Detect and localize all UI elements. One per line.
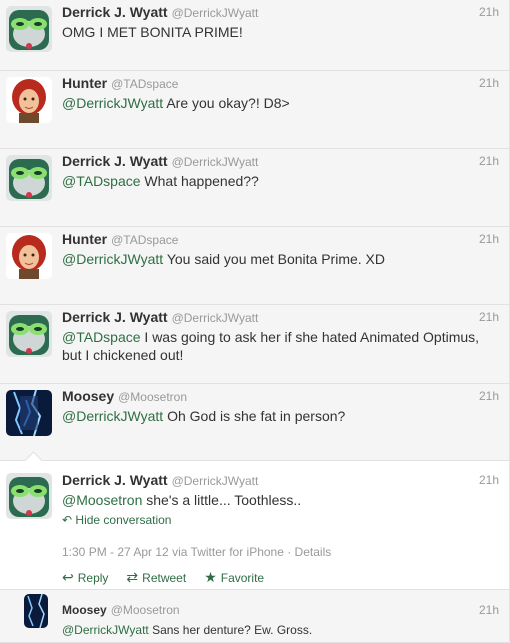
avatar-moosey[interactable] xyxy=(24,594,48,628)
author-name[interactable]: Hunter xyxy=(62,231,107,247)
author-name[interactable]: Derrick J. Wyatt xyxy=(62,472,168,488)
tweet-item[interactable]: Derrick J. Wyatt @DerrickJWyatt 21h @TADsp… xyxy=(0,149,509,227)
tweet-actions: ↩ Reply ⇄ Retweet ★ Favorite xyxy=(62,569,499,586)
tweet-body: What happened?? xyxy=(140,173,259,189)
author-handle[interactable]: @Moosetron xyxy=(118,390,187,404)
author-name[interactable]: Moosey xyxy=(62,388,114,404)
mention-link[interactable]: @Moosetron xyxy=(62,492,142,508)
tweet-item[interactable]: Hunter @TADspace 21h @DerrickJWyatt You sa… xyxy=(0,227,509,305)
tweet-timeline: Derrick J. Wyatt @DerrickJWyatt 21h OMG I … xyxy=(0,0,510,643)
avatar-derrick[interactable] xyxy=(6,473,52,519)
tweet-text: @DerrickJWyatt You said you met Bonita P… xyxy=(62,250,499,268)
tweet-body: OMG I MET BONITA PRIME! xyxy=(62,24,243,40)
author-handle[interactable]: @DerrickJWyatt xyxy=(172,155,259,169)
tweet-time[interactable]: 21h xyxy=(479,152,499,170)
tweet-text: @TADspace I was going to ask her if she … xyxy=(62,328,499,364)
mention-link[interactable]: @DerrickJWyatt xyxy=(62,251,163,267)
tweet-time[interactable]: 21h xyxy=(479,471,499,489)
tweet-time[interactable]: 21h xyxy=(479,3,499,21)
tweet-item[interactable]: Moosey @Moosetron 21h @DerrickJWyatt Oh Go… xyxy=(0,384,509,461)
tweet-text: @DerrickJWyatt Are you okay?! D8> xyxy=(62,94,499,112)
tweet-body: she's a little... Toothless.. xyxy=(142,492,302,508)
author-handle[interactable]: @DerrickJWyatt xyxy=(172,311,259,325)
mention-link[interactable]: @DerrickJWyatt xyxy=(62,95,163,111)
mention-link[interactable]: @DerrickJWyatt xyxy=(62,623,149,637)
tweet-text: @DerrickJWyatt Sans her denture? Ew. Gro… xyxy=(62,621,499,639)
reply-label: Reply xyxy=(77,571,109,585)
retweet-label: Retweet xyxy=(142,571,187,585)
tweet-body: Are you okay?! D8> xyxy=(163,95,290,111)
author-name[interactable]: Derrick J. Wyatt xyxy=(62,4,168,20)
tweet-item[interactable]: Derrick J. Wyatt @DerrickJWyatt 21h @TADsp… xyxy=(0,305,509,384)
expanded-tweet[interactable]: Derrick J. Wyatt @DerrickJWyatt 21h @Moose… xyxy=(0,451,509,590)
avatar-derrick[interactable] xyxy=(6,311,52,357)
author-handle[interactable]: @TADspace xyxy=(111,233,178,247)
reply-tweet[interactable]: Moosey @Moosetron 21h @DerrickJWyatt Sans … xyxy=(0,590,509,643)
tweet-time[interactable]: 21h xyxy=(479,230,499,248)
tweet-text: @Moosetron she's a little... Toothless.. xyxy=(62,491,499,509)
tweet-body: Sans her denture? Ew. Gross. xyxy=(148,623,313,637)
avatar-hunter[interactable] xyxy=(6,77,52,123)
hide-conversation-link[interactable]: ↶ Hide conversation xyxy=(62,513,499,527)
tweet-text: @DerrickJWyatt Oh God is she fat in pers… xyxy=(62,407,499,425)
tweet-body: Oh God is she fat in person? xyxy=(163,408,346,424)
tweet-time[interactable]: 21h xyxy=(479,601,499,619)
author-name[interactable]: Moosey xyxy=(62,603,107,617)
author-handle[interactable]: @TADspace xyxy=(111,77,178,91)
retweet-icon: ⇄ xyxy=(126,569,139,585)
retweet-button[interactable]: ⇄ Retweet xyxy=(126,569,186,586)
author-name[interactable]: Hunter xyxy=(62,75,107,91)
author-handle[interactable]: @Moosetron xyxy=(111,603,180,617)
star-icon: ★ xyxy=(204,569,217,585)
tweet-meta[interactable]: 1:30 PM - 27 Apr 12 via Twitter for iPho… xyxy=(62,545,499,559)
tweet-item[interactable]: Hunter @TADspace 21h @DerrickJWyatt Are yo… xyxy=(0,71,509,149)
tweet-text: OMG I MET BONITA PRIME! xyxy=(62,23,499,41)
avatar-moosey[interactable] xyxy=(6,390,52,436)
reply-button[interactable]: ↩ Reply xyxy=(62,569,108,586)
author-name[interactable]: Derrick J. Wyatt xyxy=(62,153,168,169)
author-handle[interactable]: @DerrickJWyatt xyxy=(172,6,259,20)
avatar-derrick[interactable] xyxy=(6,6,52,52)
tweet-time[interactable]: 21h xyxy=(479,387,499,405)
mention-link[interactable]: @TADspace xyxy=(62,173,141,189)
tweet-time[interactable]: 21h xyxy=(479,74,499,92)
favorite-button[interactable]: ★ Favorite xyxy=(204,569,264,586)
avatar-derrick[interactable] xyxy=(6,155,52,201)
favorite-label: Favorite xyxy=(220,571,265,585)
tweet-time[interactable]: 21h xyxy=(479,308,499,326)
avatar-hunter[interactable] xyxy=(6,233,52,279)
tweet-item[interactable]: Derrick J. Wyatt @DerrickJWyatt 21h OMG I … xyxy=(0,0,509,71)
tweet-text: @TADspace What happened?? xyxy=(62,172,499,190)
mention-link[interactable]: @DerrickJWyatt xyxy=(62,408,163,424)
hide-conversation-label: Hide conversation xyxy=(75,513,172,527)
author-handle[interactable]: @DerrickJWyatt xyxy=(172,474,259,488)
tweet-body: You said you met Bonita Prime. XD xyxy=(163,251,385,267)
author-name[interactable]: Derrick J. Wyatt xyxy=(62,309,168,325)
arrow-back-icon: ↶ xyxy=(62,513,73,527)
reply-icon: ↩ xyxy=(62,569,74,585)
mention-link[interactable]: @TADspace xyxy=(62,329,141,345)
